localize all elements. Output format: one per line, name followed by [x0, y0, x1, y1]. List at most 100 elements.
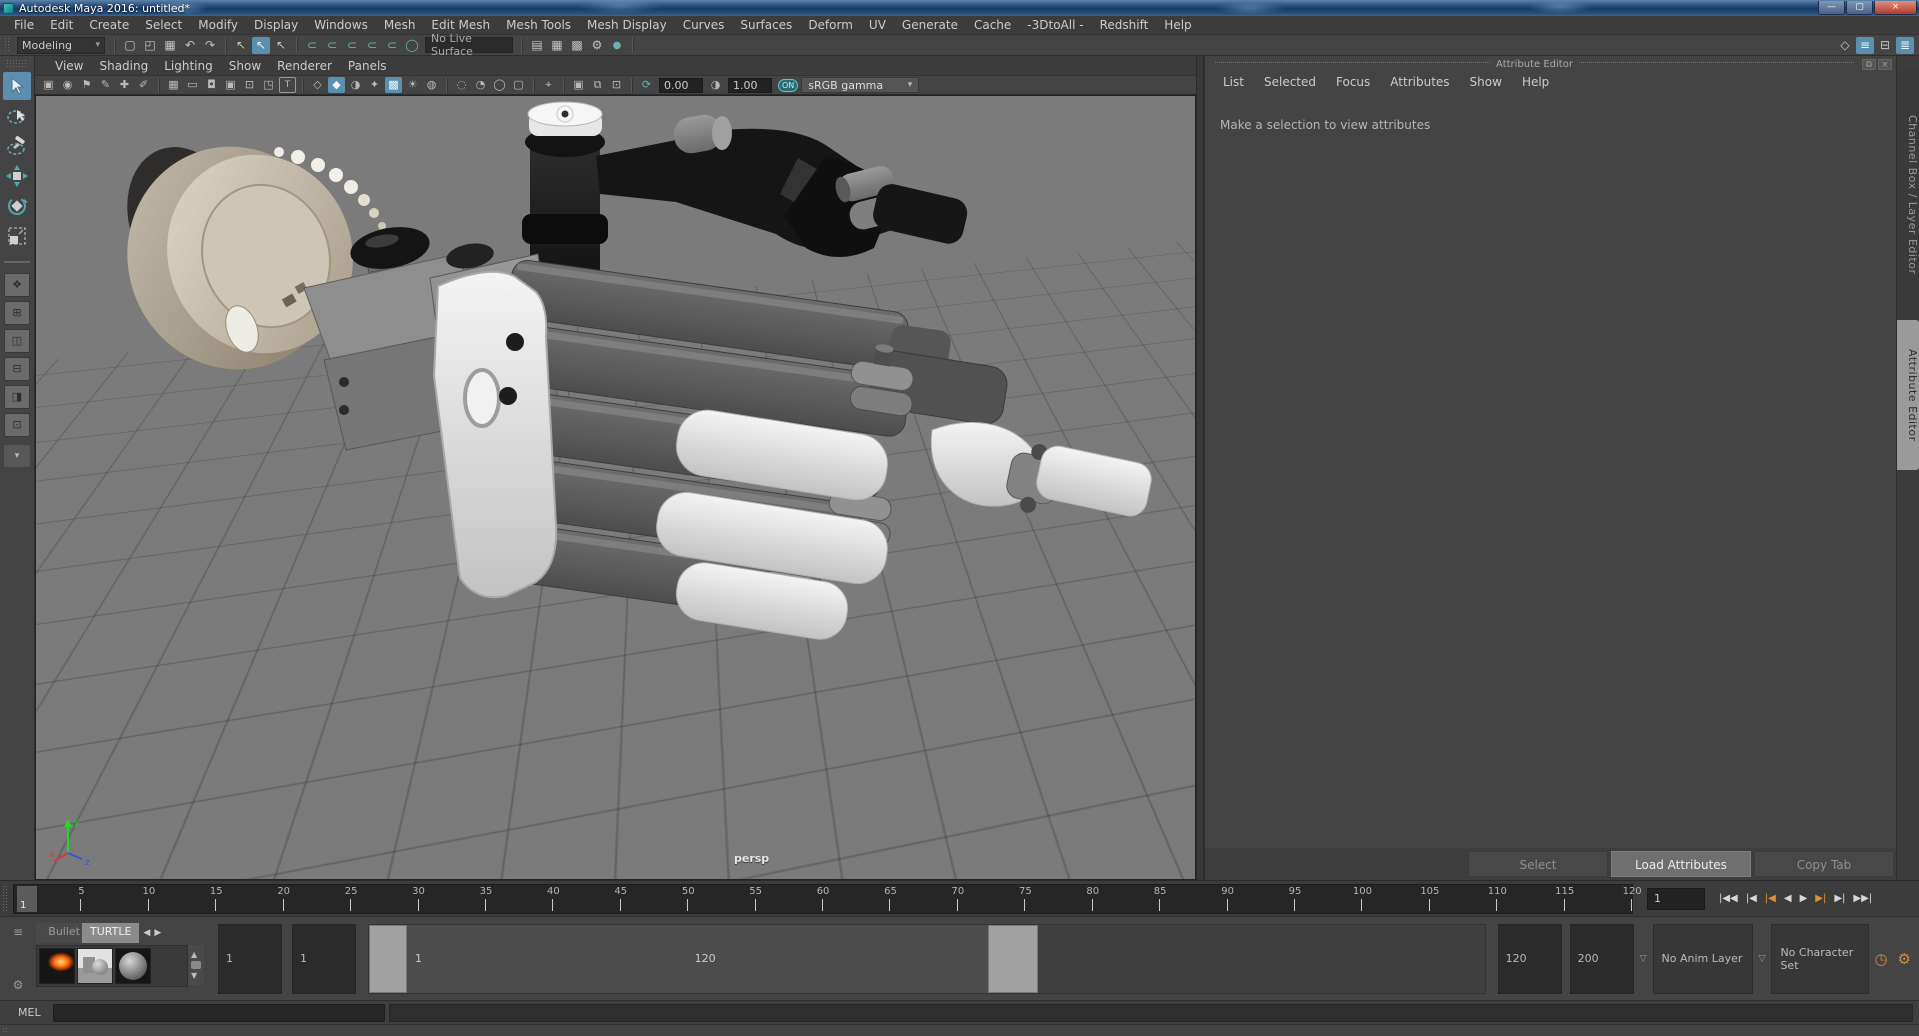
shading-icon[interactable]: ◑ [347, 77, 364, 93]
shelf-prev-icon[interactable]: ◀ [143, 928, 150, 938]
shelf-menu-icon[interactable]: ≡ [13, 925, 23, 939]
current-frame-marker[interactable]: 1 [17, 885, 37, 912]
file-op-icon[interactable]: ▦ [161, 37, 179, 54]
chevron-down-icon[interactable]: ▽ [1640, 954, 1647, 964]
playback-range-bar[interactable]: 1 120 [369, 924, 1039, 993]
scale-tool[interactable] [3, 222, 31, 250]
shelf-scroll-down-icon[interactable]: ▼ [191, 971, 201, 980]
shelf-item-sphere[interactable] [115, 948, 151, 984]
menu-item[interactable]: Modify [190, 16, 246, 34]
snap-icon[interactable]: ◯ [403, 37, 421, 54]
shelf-scroll-up-icon[interactable]: ▲ [191, 950, 201, 959]
render-icon[interactable]: ● [608, 37, 626, 54]
menu-item[interactable]: Surfaces [732, 16, 800, 34]
snap-icon[interactable]: ⊂ [323, 37, 341, 54]
selection-mask-icon[interactable]: ↖ [232, 37, 250, 54]
layout-shortcut-button[interactable]: ⊟ [4, 357, 30, 381]
playback-button[interactable]: |◀ [1761, 888, 1780, 910]
menu-item[interactable]: UV [861, 16, 894, 34]
shelf-next-icon[interactable]: ▶ [154, 928, 161, 938]
minimize-button[interactable]: — [1818, 1, 1845, 15]
playback-button[interactable]: ▶| [1830, 888, 1849, 910]
shelf-gear-icon[interactable]: ⚙ [13, 978, 24, 992]
gate-icon[interactable]: ▭ [184, 77, 201, 93]
float-panel-icon[interactable]: ⧉ [1862, 58, 1876, 70]
layout-shortcut-button[interactable]: ◨ [4, 385, 30, 409]
animation-preferences-icon[interactable]: ⚙ [1898, 950, 1911, 968]
camera-tool-icon[interactable]: ▣ [40, 77, 57, 93]
current-frame-field[interactable]: 1 [1647, 887, 1705, 910]
sidebar-toggle-icon[interactable]: ≡ [1856, 36, 1874, 54]
gate-icon[interactable]: ◘ [203, 77, 220, 93]
gate-icon[interactable]: ◳ [260, 77, 277, 93]
exposure-icon[interactable]: ⟳ [638, 77, 655, 93]
gamma-dropdown[interactable]: sRGB gamma ▾ [801, 77, 920, 93]
panel-menu-item[interactable]: Show [221, 57, 269, 75]
undo-redo-icon[interactable]: ↶ [181, 37, 199, 54]
selection-mask-icon[interactable]: ↖ [252, 36, 270, 54]
render-icon[interactable]: ▦ [548, 37, 566, 54]
sidebar-toggle-icon[interactable]: ◇ [1836, 37, 1854, 54]
shelf-item-fire[interactable] [39, 948, 75, 984]
menu-item[interactable]: Mesh Tools [498, 16, 579, 34]
load-attributes-button[interactable]: Load Attributes [1611, 851, 1751, 877]
select-tool[interactable] [3, 72, 31, 100]
menu-item[interactable]: Mesh Display [579, 16, 675, 34]
snap-icon[interactable]: ⊂ [303, 37, 321, 54]
menu-item[interactable]: Windows [306, 16, 376, 34]
panel-divider[interactable] [1196, 56, 1204, 880]
gate-icon[interactable]: ▣ [222, 77, 239, 93]
menu-item[interactable]: File [6, 16, 42, 34]
range-start-handle[interactable] [369, 924, 407, 993]
shelf-tab-turtle[interactable]: TURTLE [82, 923, 140, 943]
shading-icon[interactable]: ☀ [404, 77, 421, 93]
panel-window-icon[interactable]: ⊡ [608, 77, 625, 93]
anim-layer-dropdown[interactable]: No Anim Layer [1652, 923, 1753, 994]
ae-menu-item[interactable]: Focus [1326, 75, 1380, 89]
camera-tool-icon[interactable]: ✎ [97, 77, 114, 93]
live-surface-field[interactable]: No Live Surface [425, 32, 513, 58]
contrast-field[interactable]: 1.00 [728, 77, 772, 93]
ae-menu-item[interactable]: Help [1512, 75, 1559, 89]
ae-menu-item[interactable]: Selected [1254, 75, 1326, 89]
chevron-down-icon[interactable]: ▽ [1759, 954, 1766, 964]
paint-select-tool[interactable] [3, 132, 31, 160]
layout-shortcut-button[interactable]: ⊞ [4, 301, 30, 325]
anim-end-field[interactable]: 200 [1569, 923, 1634, 994]
render-icon[interactable]: ⚙ [588, 37, 606, 54]
layout-shortcut-button[interactable]: ◫ [4, 329, 30, 353]
layout-more-button[interactable]: ▾ [4, 445, 30, 467]
drag-grip[interactable] [4, 37, 11, 53]
copy-tab-button[interactable]: Copy Tab [1754, 851, 1894, 877]
menu-item[interactable]: Select [137, 16, 190, 34]
select-button[interactable]: Select [1468, 851, 1608, 877]
camera-tool-icon[interactable]: ✐ [135, 77, 152, 93]
camera-tool-icon[interactable]: ◉ [59, 77, 76, 93]
camera-tool-icon[interactable]: ⚑ [78, 77, 95, 93]
render-icon[interactable]: ▤ [528, 37, 546, 54]
menu-item[interactable]: Display [246, 16, 306, 34]
snap-icon[interactable]: ⊂ [383, 37, 401, 54]
panel-menu-item[interactable]: View [47, 57, 91, 75]
mel-command-input[interactable] [52, 1003, 385, 1022]
panel-menu-item[interactable]: Panels [340, 57, 395, 75]
tab-attribute-editor[interactable]: Attribute Editor [1897, 320, 1919, 470]
menu-set-dropdown[interactable]: Modeling ▾ [17, 36, 105, 54]
menu-item[interactable]: -3DtoAll - [1019, 16, 1091, 34]
layout-shortcut-button[interactable]: ⊡ [4, 413, 30, 437]
panel-menu-item[interactable]: Lighting [156, 57, 221, 75]
playback-button[interactable]: ▶ [1796, 888, 1812, 910]
command-line-mode-label[interactable]: MEL [18, 1006, 41, 1019]
drag-grip[interactable] [2, 885, 9, 912]
rotate-tool[interactable] [3, 192, 31, 220]
sidebar-toggle-icon[interactable]: ≣ [1896, 36, 1914, 54]
viewport-3d[interactable]: persp y x z [35, 95, 1196, 880]
menu-item[interactable]: Redshift [1092, 16, 1157, 34]
contrast-icon[interactable]: ◑ [707, 77, 724, 93]
playback-button[interactable]: ▶▶| [1849, 888, 1876, 910]
menu-item[interactable]: Curves [675, 16, 733, 34]
xray-icon[interactable]: ▢ [510, 77, 527, 93]
menu-item[interactable]: Help [1156, 16, 1199, 34]
menu-item[interactable]: Create [81, 16, 137, 34]
lasso-tool[interactable] [3, 102, 31, 130]
